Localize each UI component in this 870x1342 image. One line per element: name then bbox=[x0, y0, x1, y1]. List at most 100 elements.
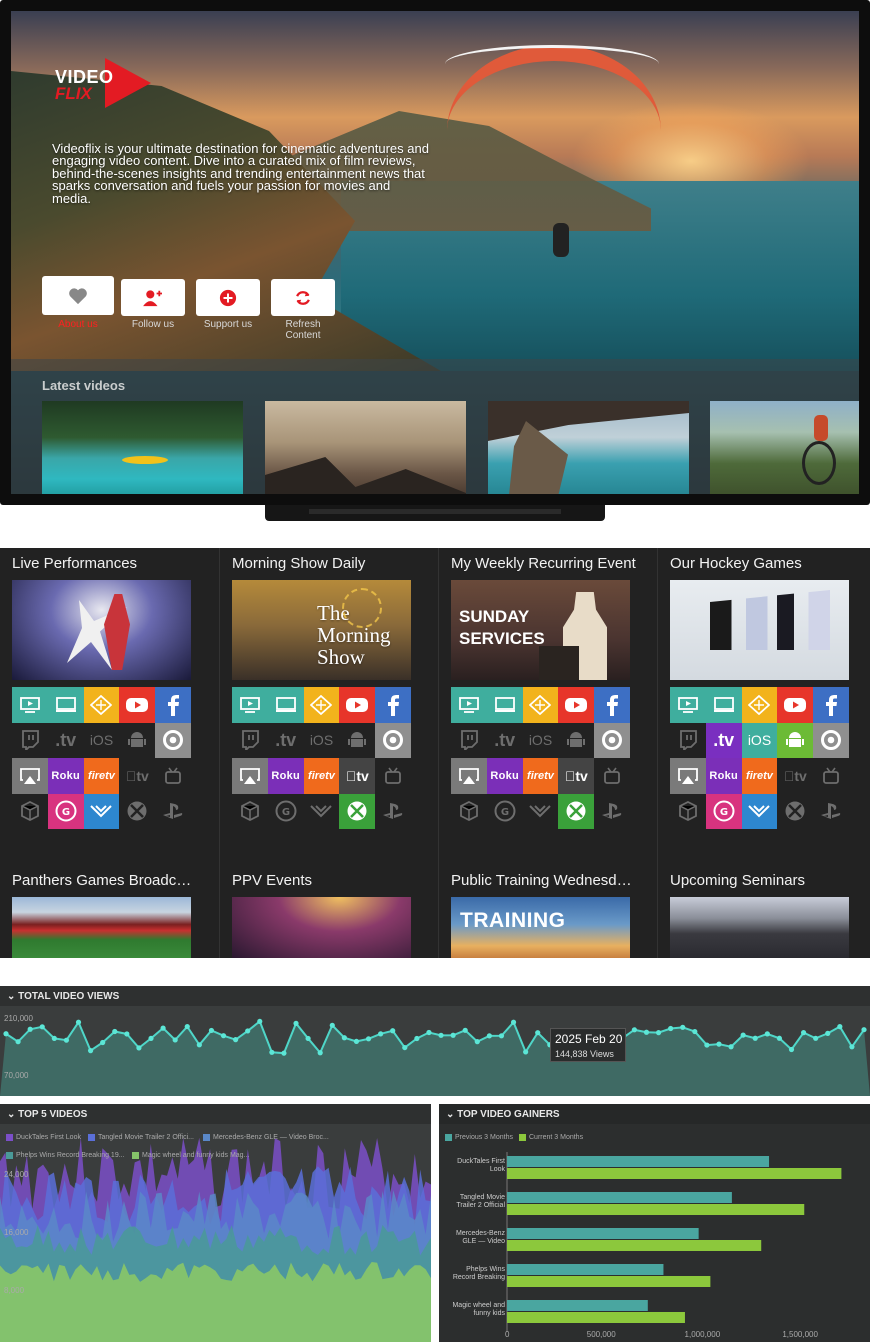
views-point[interactable] bbox=[317, 1050, 323, 1056]
views-point[interactable] bbox=[15, 1039, 21, 1045]
views-point[interactable] bbox=[378, 1031, 384, 1037]
gainers-bar[interactable] bbox=[507, 1228, 699, 1239]
views-point[interactable] bbox=[172, 1037, 178, 1043]
gainers-bar[interactable] bbox=[507, 1168, 842, 1179]
platform-tile-roku[interactable]: Roku bbox=[705, 758, 742, 794]
views-point[interactable] bbox=[535, 1030, 541, 1036]
top5-legend-4[interactable]: Magic wheel and funny kids Mag... bbox=[132, 1152, 249, 1159]
platform-tile-android[interactable] bbox=[777, 722, 814, 758]
platform-tile-roku[interactable]: Roku bbox=[486, 758, 523, 794]
platform-tile-facebook[interactable] bbox=[375, 687, 411, 723]
gainers-bar[interactable] bbox=[507, 1204, 805, 1215]
views-point[interactable] bbox=[764, 1031, 770, 1037]
platform-tile-ios[interactable]: iOS bbox=[84, 723, 120, 759]
channel-card[interactable]: Live Performances .tviOSRokufiretvtv G Pan… bbox=[0, 548, 218, 958]
views-point[interactable] bbox=[365, 1036, 372, 1042]
platform-tile-ecoss[interactable] bbox=[12, 794, 48, 830]
about-us-button[interactable] bbox=[42, 276, 114, 315]
channel-thumbnail[interactable] bbox=[670, 897, 849, 958]
platform-tile-vizio[interactable] bbox=[523, 794, 559, 830]
platform-tile-playstation[interactable] bbox=[594, 794, 630, 830]
platform-tile-chrome-on[interactable] bbox=[375, 722, 411, 758]
views-point[interactable] bbox=[245, 1028, 251, 1034]
platform-tile-chrome-on[interactable] bbox=[155, 722, 191, 758]
platform-tile-roku[interactable]: Roku bbox=[267, 758, 304, 794]
platform-tile-firetv[interactable]: firetv bbox=[83, 758, 120, 794]
platform-tile-chrome-on[interactable] bbox=[594, 722, 630, 758]
views-point[interactable] bbox=[474, 1039, 480, 1045]
platform-tile-tv[interactable]: .tv bbox=[48, 723, 84, 759]
channel-thumbnail[interactable] bbox=[670, 580, 849, 680]
platform-tile-tv[interactable]: .tv bbox=[268, 723, 304, 759]
gainers-bar[interactable] bbox=[507, 1192, 732, 1203]
views-point[interactable] bbox=[825, 1030, 831, 1036]
views-point[interactable] bbox=[3, 1031, 9, 1037]
top5-legend-0[interactable]: DuckTales First Look bbox=[6, 1134, 81, 1141]
platform-tile-ecoss[interactable] bbox=[451, 794, 487, 830]
platform-tile-roku[interactable]: Roku bbox=[47, 758, 84, 794]
platform-tile-appletv[interactable]: tv bbox=[339, 758, 376, 794]
platform-tile-vizio[interactable] bbox=[741, 793, 778, 829]
platform-tile-roku-tv[interactable] bbox=[12, 687, 48, 723]
views-point[interactable] bbox=[27, 1026, 33, 1032]
views-point[interactable] bbox=[668, 1025, 674, 1032]
platform-tile-youtube[interactable] bbox=[558, 687, 595, 723]
platform-tile-roku-tv[interactable] bbox=[232, 687, 268, 723]
platform-tile-ecoss[interactable] bbox=[670, 794, 706, 830]
platform-tile-xbox[interactable] bbox=[558, 793, 595, 829]
views-point[interactable] bbox=[196, 1042, 202, 1048]
views-point[interactable] bbox=[112, 1028, 118, 1035]
platform-tile-ios[interactable]: iOS bbox=[304, 723, 340, 759]
views-point[interactable] bbox=[293, 1020, 299, 1026]
channel-thumbnail[interactable]: The Morning Show bbox=[232, 580, 411, 680]
views-point[interactable] bbox=[148, 1035, 154, 1042]
platform-tile-xbox[interactable] bbox=[777, 794, 813, 830]
platform-tile-twitch[interactable] bbox=[232, 723, 268, 759]
platform-tile-plex[interactable] bbox=[522, 687, 559, 723]
views-point[interactable] bbox=[63, 1037, 70, 1043]
top5-legend-1[interactable]: Tangled Movie Trailer 2 Offici... bbox=[88, 1134, 194, 1141]
platform-tile-appletv-air[interactable] bbox=[232, 758, 268, 794]
platform-tile-facebook[interactable] bbox=[813, 687, 849, 723]
views-point[interactable] bbox=[414, 1035, 420, 1042]
platform-tile-lg[interactable]: G bbox=[47, 793, 84, 829]
views-point[interactable] bbox=[281, 1050, 287, 1056]
platform-tile-lg[interactable]: G bbox=[268, 794, 304, 830]
top5-legend-2[interactable]: Mercedes-Benz GLE — Video Broc... bbox=[203, 1134, 329, 1141]
channel-thumbnail[interactable] bbox=[232, 897, 411, 958]
platform-tile-vizio[interactable] bbox=[304, 794, 340, 830]
platform-tile-playstation[interactable] bbox=[155, 794, 191, 830]
platform-tile-firetv[interactable]: firetv bbox=[522, 758, 559, 794]
platform-tile-appletv-air[interactable] bbox=[12, 758, 48, 794]
channel-thumbnail[interactable]: SUNDAY SERVICES bbox=[451, 580, 630, 680]
platform-tile-appletv[interactable]: tv bbox=[119, 758, 155, 794]
platform-tile-android[interactable] bbox=[119, 723, 155, 759]
platform-tile-youtube[interactable] bbox=[119, 687, 156, 723]
support-us-button[interactable] bbox=[196, 279, 260, 316]
top5-area-series[interactable] bbox=[0, 1262, 431, 1342]
views-point[interactable] bbox=[655, 1030, 662, 1036]
views-point[interactable] bbox=[329, 1022, 335, 1028]
views-point[interactable] bbox=[680, 1024, 686, 1030]
platform-tile-vizio[interactable] bbox=[83, 793, 120, 829]
views-point[interactable] bbox=[426, 1029, 432, 1036]
platform-tile-ios[interactable]: iOS bbox=[741, 722, 778, 758]
follow-us-button[interactable] bbox=[121, 279, 185, 316]
platform-tile-facebook[interactable] bbox=[594, 687, 630, 723]
platform-tile-chrome-on[interactable] bbox=[813, 722, 849, 758]
views-point[interactable] bbox=[716, 1041, 722, 1047]
latest-video-kayak[interactable] bbox=[42, 401, 243, 494]
platform-tile-firetv[interactable]: firetv bbox=[741, 758, 778, 794]
platform-tile-appletv[interactable]: tv bbox=[777, 758, 813, 794]
platform-tile-androidtv[interactable] bbox=[375, 758, 411, 794]
platform-tile-lg[interactable]: G bbox=[705, 793, 742, 829]
gainers-bar[interactable] bbox=[507, 1276, 711, 1287]
views-point[interactable] bbox=[390, 1028, 396, 1034]
platform-tile-androidtv[interactable] bbox=[813, 758, 849, 794]
platform-tile-android[interactable] bbox=[339, 723, 375, 759]
views-point[interactable] bbox=[631, 1027, 637, 1033]
views-point[interactable] bbox=[510, 1019, 517, 1025]
views-point[interactable] bbox=[728, 1044, 734, 1050]
views-point[interactable] bbox=[87, 1048, 94, 1054]
latest-video-mountain[interactable] bbox=[265, 401, 466, 494]
